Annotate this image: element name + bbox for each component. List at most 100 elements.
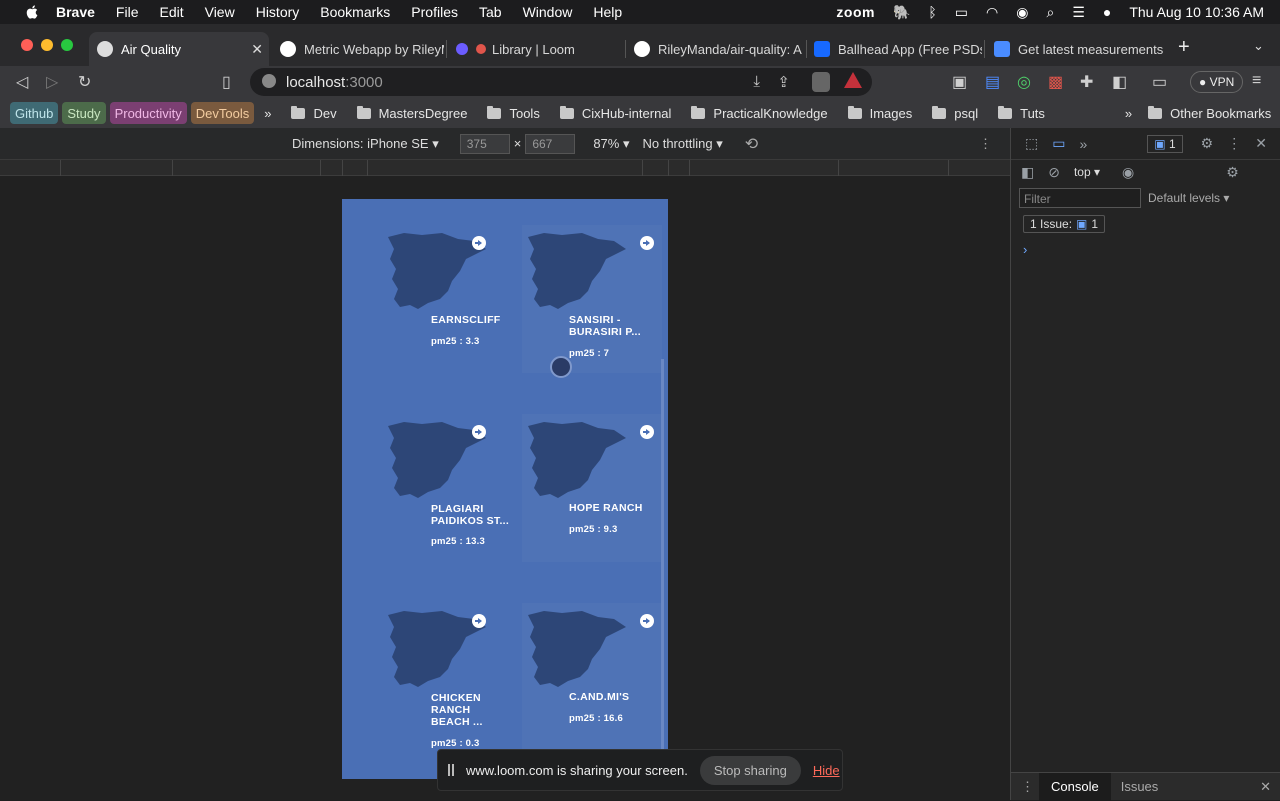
device-dimensions-select[interactable]: Dimensions: iPhone SE ▾ (292, 136, 439, 152)
share-icon[interactable]: ⇪ (777, 73, 790, 91)
reload-icon[interactable]: ↻ (78, 72, 91, 92)
url-field[interactable]: localhost:3000 ⤓ ⇪ (250, 68, 872, 96)
minimize-window-button[interactable] (41, 39, 53, 51)
close-window-button[interactable] (21, 39, 33, 51)
tab-loom-library[interactable]: Library | Loom (448, 32, 624, 66)
menu-hamburger-icon[interactable]: ≡ (1252, 72, 1261, 90)
menu-window[interactable]: Window (523, 4, 573, 20)
download-icon[interactable]: ⤓ (753, 73, 760, 90)
console-settings-gear-icon[interactable]: ⚙ (1226, 164, 1239, 181)
location-card[interactable]: HOPE RANCH pm25 : 9.3 (522, 414, 662, 562)
close-devtools-icon[interactable]: ✕ (1255, 135, 1267, 152)
arrow-right-circle-icon[interactable] (472, 614, 486, 628)
tab-metric-webapp[interactable]: Metric Webapp by RileyM (272, 32, 444, 66)
tab-github-repo[interactable]: RileyManda/air-quality: A (626, 32, 804, 66)
console-sidebar-icon[interactable]: ◧ (1021, 164, 1034, 181)
clock[interactable]: Thu Aug 10 10:36 AM (1129, 4, 1264, 20)
bookmark-folder-images[interactable]: Images (847, 105, 912, 121)
arrow-right-circle-icon[interactable] (640, 614, 654, 628)
tab-search-chevron-icon[interactable]: ⌄ (1253, 38, 1264, 54)
apple-icon[interactable] (22, 5, 42, 19)
device-toggle-icon[interactable]: ▭ (1052, 135, 1065, 152)
site-info-icon[interactable] (262, 74, 276, 88)
location-card[interactable]: C.AND.MI'S pm25 : 16.6 (522, 603, 662, 751)
forward-icon[interactable]: ▷ (46, 72, 58, 92)
bluetooth-icon[interactable]: ᛒ (928, 4, 936, 20)
stop-sharing-button[interactable]: Stop sharing (699, 755, 801, 785)
back-icon[interactable]: ◁ (16, 72, 28, 92)
bookmark-study[interactable]: Study (62, 102, 106, 124)
bookmarks-overflow-2[interactable]: » (1125, 106, 1132, 121)
customize-menu-icon[interactable]: ⋮ (1227, 135, 1241, 152)
page-scrollbar[interactable] (661, 359, 664, 749)
hide-banner-link[interactable]: Hide (813, 763, 840, 778)
bookmark-productivity[interactable]: Productivity (109, 102, 187, 124)
brave-rewards-icon[interactable] (844, 72, 862, 88)
issue-badge[interactable]: 1 Issue: ▣ 1 (1023, 215, 1106, 233)
clear-console-icon[interactable]: ⊘ (1048, 164, 1060, 181)
arrow-right-circle-icon[interactable] (640, 425, 654, 439)
spotlight-icon[interactable]: ⌕ (1046, 4, 1054, 21)
brave-shields-icon[interactable] (812, 72, 830, 92)
tab-issues[interactable]: Issues (1121, 779, 1159, 794)
log-levels-select[interactable]: Default levels ▾ (1148, 191, 1229, 205)
bookmark-folder-dev[interactable]: Dev (291, 105, 337, 121)
live-expression-eye-icon[interactable]: ◉ (1122, 164, 1134, 181)
location-card[interactable]: EARNSCLIFF pm25 : 3.3 (360, 199, 500, 347)
location-card[interactable]: PLAGIARI PAIDIKOS ST... pm25 : 13.3 (360, 388, 509, 547)
extension-1-icon[interactable]: ▤ (985, 72, 1000, 92)
user-icon[interactable]: ◉ (1016, 4, 1028, 21)
arrow-right-circle-icon[interactable] (640, 236, 654, 250)
menu-view[interactable]: View (205, 4, 235, 20)
location-card[interactable]: SANSIRI - BURASIRI P... pm25 : 7 (522, 225, 662, 373)
throttling-select[interactable]: No throttling ▾ (642, 136, 722, 152)
bookmark-folder-cixhub[interactable]: CixHub-internal (559, 105, 671, 121)
tab-air-quality[interactable]: Air Quality ✕ (89, 32, 269, 66)
menu-profiles[interactable]: Profiles (411, 4, 458, 20)
tab-latest-measurements[interactable]: Get latest measurements (986, 32, 1164, 66)
zoom-status[interactable]: zoom (836, 4, 875, 20)
evernote-icon[interactable]: 🐘 (893, 4, 910, 21)
bookmark-folder-psql[interactable]: psql (932, 105, 978, 121)
issues-counter-button[interactable]: ▣ 1 (1147, 134, 1183, 153)
tab-console[interactable]: Console (1039, 772, 1111, 801)
vpn-button[interactable]: ● VPN (1190, 71, 1244, 93)
bookmark-folder-other[interactable]: Other Bookmarks (1148, 105, 1271, 121)
device-zoom-select[interactable]: 87% ▾ (593, 136, 629, 152)
wallet-icon[interactable]: ▭ (1152, 72, 1167, 92)
bookmarks-overflow-1[interactable]: » (264, 106, 271, 121)
menu-file[interactable]: File (116, 4, 139, 20)
inspect-element-icon[interactable]: ⬚ (1025, 135, 1038, 152)
menu-bookmarks[interactable]: Bookmarks (320, 4, 390, 20)
wifi-icon[interactable]: ◠ (986, 4, 998, 21)
new-tab-button[interactable]: + (1178, 36, 1190, 59)
siri-icon[interactable]: ● (1103, 4, 1111, 20)
sidebar-panel-icon[interactable]: ▣ (952, 72, 967, 92)
console-prompt[interactable]: › (1023, 242, 1027, 257)
drawer-menu-icon[interactable]: ⋮ (1021, 779, 1034, 795)
bookmark-folder-tools[interactable]: Tools (487, 105, 540, 121)
more-options-icon[interactable]: ⋮ (979, 136, 992, 152)
bookmark-icon[interactable]: ▯ (222, 72, 231, 92)
settings-gear-icon[interactable]: ⚙ (1201, 135, 1214, 152)
close-drawer-icon[interactable]: ✕ (1260, 779, 1271, 795)
bookmark-folder-practicalknowledge[interactable]: PracticalKnowledge (691, 105, 828, 121)
more-panels-icon[interactable]: » (1079, 136, 1087, 152)
device-width-input[interactable]: 375 (459, 133, 510, 154)
menu-tab[interactable]: Tab (479, 4, 502, 20)
bookmark-folder-mastersdegree[interactable]: MastersDegree (356, 105, 467, 121)
control-center-icon[interactable]: ☰ (1072, 4, 1085, 21)
sidebar-toggle-icon[interactable]: ◧ (1112, 72, 1127, 92)
context-select[interactable]: top ▾ (1074, 165, 1100, 179)
menu-app-name[interactable]: Brave (56, 4, 95, 20)
extension-3-icon[interactable]: ▩ (1048, 72, 1063, 92)
arrow-right-circle-icon[interactable] (472, 236, 486, 250)
tab-ballhead[interactable]: Ballhead App (Free PSDs (806, 32, 982, 66)
extension-2-icon[interactable]: ◎ (1017, 72, 1031, 92)
menu-help[interactable]: Help (593, 4, 622, 20)
device-height-input[interactable]: 667 (525, 133, 576, 154)
close-tab-icon[interactable]: ✕ (251, 41, 263, 58)
battery-icon[interactable]: ▭ (955, 4, 968, 21)
zoom-window-button[interactable] (61, 39, 73, 51)
bookmark-folder-tuts[interactable]: Tuts (998, 105, 1045, 121)
